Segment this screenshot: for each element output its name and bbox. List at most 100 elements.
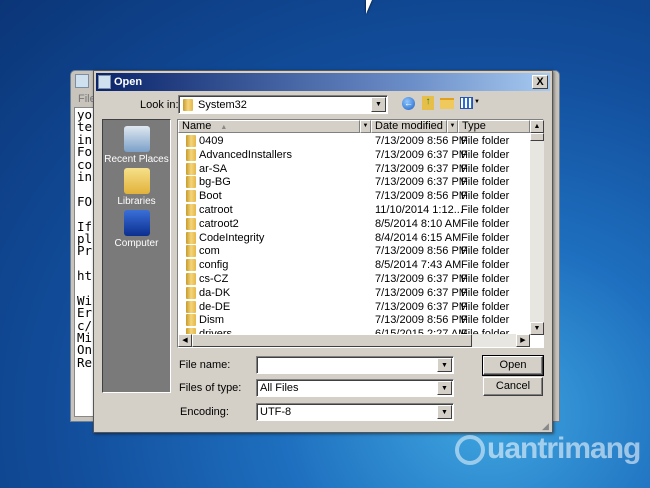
- folder-icon: [186, 148, 196, 161]
- file-row[interactable]: CodeIntegrity 8/4/2014 6:15 AM File folder: [178, 231, 529, 245]
- scroll-thumb[interactable]: [530, 133, 544, 141]
- file-date: 7/13/2009 8:56 PM: [375, 135, 468, 147]
- chevron-down-icon[interactable]: ▼: [437, 405, 452, 419]
- file-date: 8/5/2014 8:10 AM: [375, 217, 462, 230]
- file-date: 7/13/2009 6:37 PM: [375, 162, 468, 175]
- file-row[interactable]: Dism 7/13/2009 8:56 PM File folder: [178, 313, 529, 327]
- file-row[interactable]: de-DE 7/13/2009 6:37 PM File folder: [178, 300, 529, 314]
- places-bar: Recent Places Libraries Computer: [102, 119, 171, 393]
- folder-icon: [186, 135, 196, 147]
- file-date: 7/13/2009 8:56 PM: [375, 190, 468, 203]
- place-computer[interactable]: Computer: [103, 210, 170, 249]
- scroll-right-button[interactable]: ▶: [516, 334, 530, 347]
- computer-icon: [123, 210, 150, 236]
- folder-icon: [186, 176, 196, 189]
- folder-icon: [186, 217, 196, 230]
- file-type: File folder: [461, 217, 510, 230]
- file-type: File folder: [461, 135, 510, 147]
- place-recent-places[interactable]: Recent Places: [103, 126, 170, 165]
- scroll-thumb[interactable]: [192, 334, 472, 347]
- file-type: File folder: [461, 190, 510, 203]
- file-date: 7/13/2009 6:37 PM: [375, 176, 468, 189]
- folder-icon: [186, 273, 196, 285]
- file-name: da-DK: [199, 286, 231, 299]
- place-label: Computer: [114, 238, 159, 249]
- look-in-label: Look in:: [140, 99, 179, 111]
- up-folder-icon[interactable]: ↑: [422, 96, 434, 110]
- libraries-icon: [123, 168, 150, 194]
- file-name: cs-CZ: [199, 273, 229, 285]
- file-row[interactable]: config 8/5/2014 7:43 AM File folder: [178, 258, 529, 272]
- look-in-dropdown[interactable]: System32 ▼: [178, 95, 388, 114]
- column-header-name[interactable]: Name ▲: [178, 120, 360, 133]
- file-row[interactable]: catroot2 8/5/2014 8:10 AM File folder: [178, 217, 529, 231]
- scroll-down-button[interactable]: ▼: [530, 322, 544, 335]
- chevron-down-icon[interactable]: ▼: [371, 97, 386, 112]
- back-icon[interactable]: ←: [402, 97, 415, 110]
- file-row[interactable]: da-DK 7/13/2009 6:37 PM File folder: [178, 286, 529, 300]
- folder-icon: [186, 286, 196, 299]
- file-row[interactable]: ar-SA 7/13/2009 6:37 PM File folder: [178, 162, 529, 176]
- view-menu-icon[interactable]: [460, 97, 473, 109]
- folder-icon: [186, 300, 196, 313]
- chevron-down-icon[interactable]: ▼: [447, 120, 458, 133]
- file-name: de-DE: [199, 300, 231, 313]
- column-header-type[interactable]: Type: [458, 120, 530, 133]
- notepad-icon: [75, 74, 89, 88]
- encoding-value: UTF-8: [260, 406, 292, 418]
- look-in-value: System32: [198, 99, 247, 111]
- scroll-up-button[interactable]: ▲: [530, 120, 544, 133]
- close-button[interactable]: X: [532, 75, 548, 89]
- open-dialog: Open X Look in: System32 ▼ ← ↑ ▼ Recent …: [93, 70, 553, 433]
- file-row[interactable]: AdvancedInstallers 7/13/2009 6:37 PM File …: [178, 148, 529, 162]
- open-button[interactable]: Open: [482, 355, 544, 376]
- cancel-button[interactable]: Cancel: [483, 377, 543, 396]
- resize-grip-icon[interactable]: ◢: [542, 421, 549, 432]
- scroll-left-button[interactable]: ◀: [178, 334, 192, 347]
- file-row[interactable]: bg-BG 7/13/2009 6:37 PM File folder: [178, 175, 529, 189]
- notepad-icon: [98, 75, 111, 89]
- file-type: File folder: [461, 300, 510, 313]
- file-name: catroot: [199, 204, 233, 216]
- file-date: 7/13/2009 8:56 PM: [375, 245, 468, 258]
- place-label: Libraries: [117, 196, 156, 207]
- file-name-label: File name:: [179, 359, 231, 371]
- vertical-scrollbar[interactable]: ▲ ▼: [530, 120, 544, 335]
- file-row[interactable]: com 7/13/2009 8:56 PM File folder: [178, 244, 529, 258]
- chevron-down-icon[interactable]: ▼: [474, 99, 480, 105]
- file-date: 11/10/2014 1:12...: [375, 204, 463, 216]
- dialog-titlebar[interactable]: Open X: [96, 73, 550, 91]
- horizontal-scrollbar[interactable]: ◀ ▶: [178, 334, 530, 347]
- file-list[interactable]: Name ▲ ▼ Date modified ▼ Type 0409 7/13/2…: [177, 119, 544, 348]
- files-of-type-value: All Files: [260, 382, 299, 394]
- file-name: ar-SA: [199, 162, 228, 175]
- file-name: AdvancedInstallers: [199, 148, 292, 161]
- folder-icon: [186, 162, 196, 175]
- chevron-down-icon[interactable]: ▼: [360, 120, 371, 133]
- file-type: File folder: [461, 286, 510, 299]
- folder-icon: [183, 99, 193, 111]
- file-type: File folder: [461, 162, 510, 175]
- place-libraries[interactable]: Libraries: [103, 168, 170, 207]
- file-name-input[interactable]: ▼: [256, 356, 454, 374]
- recent-places-icon: [123, 126, 150, 152]
- folder-icon: [186, 259, 196, 272]
- file-row[interactable]: Boot 7/13/2009 8:56 PM File folder: [178, 189, 529, 203]
- new-folder-icon[interactable]: [440, 98, 454, 109]
- file-name: Dism: [199, 314, 225, 327]
- files-of-type-dropdown[interactable]: All Files ▼: [256, 379, 454, 397]
- column-header-date-modified[interactable]: Date modified: [371, 120, 447, 133]
- file-row[interactable]: catroot 11/10/2014 1:12... File folder: [178, 203, 529, 217]
- folder-icon: [186, 245, 196, 258]
- chevron-down-icon[interactable]: ▼: [437, 381, 452, 395]
- folder-icon: [186, 204, 196, 216]
- folder-icon: [186, 231, 196, 244]
- file-row[interactable]: cs-CZ 7/13/2009 6:37 PM File folder: [178, 272, 529, 286]
- files-of-type-label: Files of type:: [179, 382, 242, 394]
- chevron-down-icon[interactable]: ▼: [437, 358, 452, 372]
- file-name: catroot2: [199, 217, 239, 230]
- file-row[interactable]: 0409 7/13/2009 8:56 PM File folder: [178, 134, 529, 148]
- file-name: CodeIntegrity: [199, 231, 265, 244]
- encoding-dropdown[interactable]: UTF-8 ▼: [256, 403, 454, 421]
- file-name: 0409: [199, 135, 224, 147]
